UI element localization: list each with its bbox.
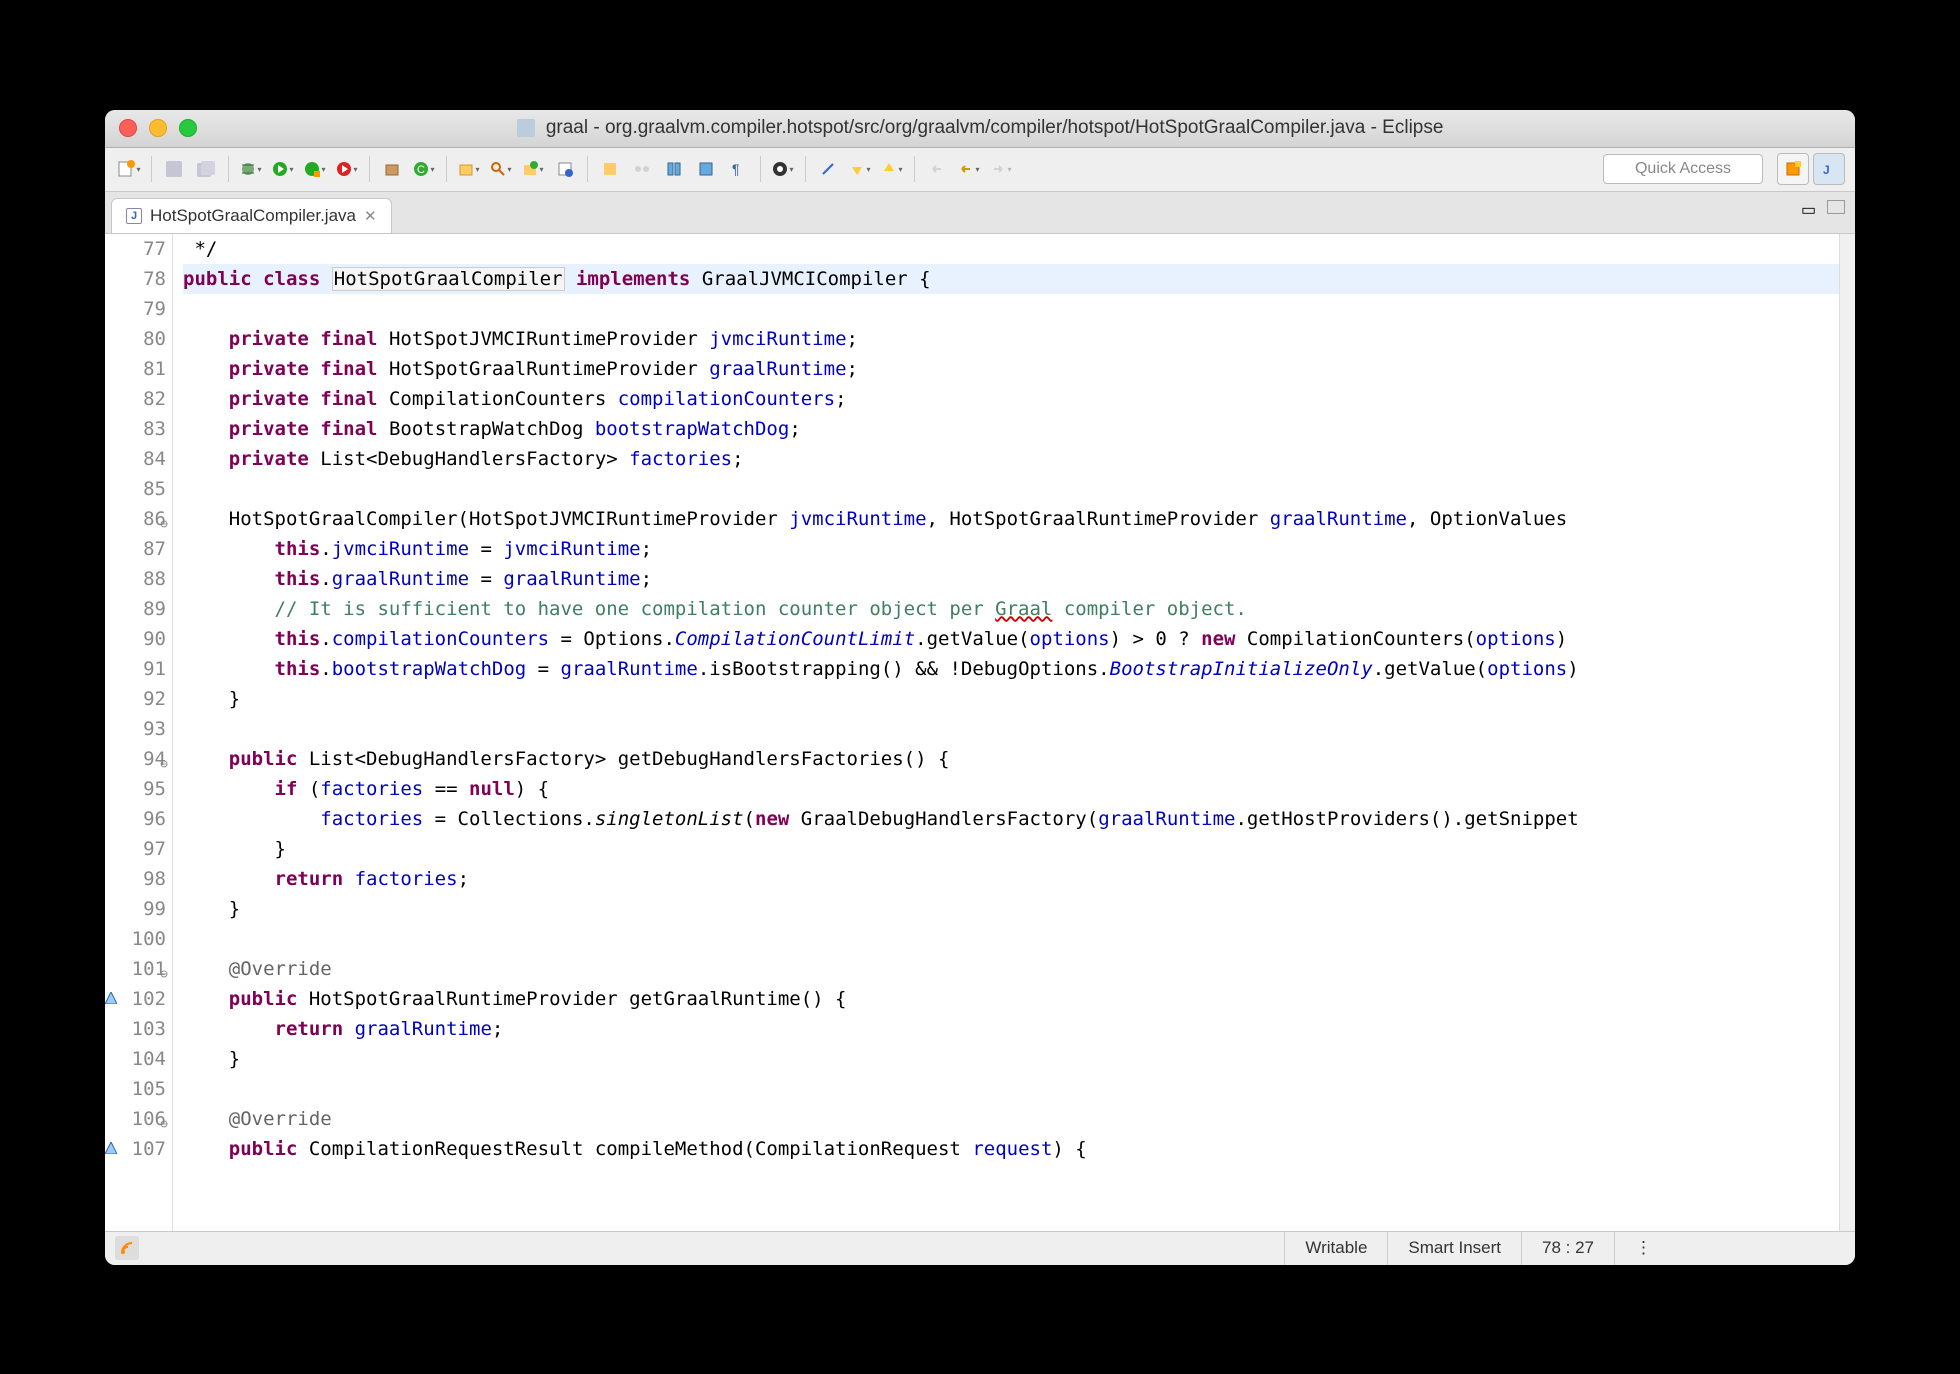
- window-controls: [119, 119, 197, 137]
- toggle-block-button[interactable]: [692, 155, 720, 183]
- editor-tab-active[interactable]: J HotSpotGraalCompiler.java ✕: [111, 198, 392, 233]
- line-number-gutter[interactable]: 7778798081828384858687888990919293949596…: [105, 234, 173, 1231]
- status-bar: Writable Smart Insert 78 : 27 ⋮: [105, 1231, 1855, 1265]
- external-tools-button[interactable]: [333, 155, 361, 183]
- window-title: graal - org.graalvm.compiler.hotspot/src…: [105, 117, 1855, 139]
- new-package-button[interactable]: [378, 155, 406, 183]
- perspective-switcher: J: [1777, 153, 1845, 185]
- tab-title: HotSpotGraalCompiler.java: [150, 206, 356, 226]
- close-window-button[interactable]: [119, 119, 137, 137]
- maximize-editor-button[interactable]: [1827, 200, 1845, 214]
- new-class-button[interactable]: C: [410, 155, 438, 183]
- profile-button[interactable]: [769, 155, 797, 183]
- back-button[interactable]: [955, 155, 983, 183]
- status-cursor-position: 78 : 27: [1521, 1232, 1614, 1265]
- new-button[interactable]: [115, 155, 143, 183]
- minimize-editor-button[interactable]: ▭: [1801, 200, 1819, 214]
- prev-annotation-button[interactable]: [878, 155, 906, 183]
- status-insert-mode: Smart Insert: [1387, 1232, 1521, 1265]
- pin-button[interactable]: [814, 155, 842, 183]
- svg-text:C: C: [418, 164, 426, 176]
- toggle-whitespace-button[interactable]: [660, 155, 688, 183]
- java-perspective-button[interactable]: J: [1813, 153, 1845, 185]
- save-all-button[interactable]: [192, 155, 220, 183]
- open-perspective-button[interactable]: [1777, 153, 1809, 185]
- code-area[interactable]: */public class HotSpotGraalCompiler impl…: [173, 234, 1839, 1231]
- java-file-icon: [517, 119, 535, 137]
- toggle-breadcrumb-button[interactable]: [628, 155, 656, 183]
- main-toolbar: C ¶ Quick Access J: [105, 148, 1855, 192]
- next-annotation-button[interactable]: [846, 155, 874, 183]
- eclipse-window: graal - org.graalvm.compiler.hotspot/src…: [105, 110, 1855, 1265]
- code-editor[interactable]: 7778798081828384858687888990919293949596…: [105, 234, 1855, 1231]
- svg-text:¶: ¶: [732, 161, 740, 177]
- svg-text:J: J: [1823, 163, 1830, 177]
- toggle-mark-button[interactable]: [596, 155, 624, 183]
- tab-close-button[interactable]: ✕: [364, 207, 377, 225]
- maximize-window-button[interactable]: [179, 119, 197, 137]
- search-button[interactable]: [487, 155, 515, 183]
- task-button[interactable]: [551, 155, 579, 183]
- annotate-button[interactable]: [519, 155, 547, 183]
- last-edit-button[interactable]: [923, 155, 951, 183]
- minimize-window-button[interactable]: [149, 119, 167, 137]
- open-type-button[interactable]: [455, 155, 483, 183]
- save-button[interactable]: [160, 155, 188, 183]
- forward-button[interactable]: [987, 155, 1015, 183]
- quick-access-field[interactable]: Quick Access: [1603, 154, 1763, 184]
- status-writable: Writable: [1284, 1232, 1387, 1265]
- show-whitespace-button[interactable]: ¶: [724, 155, 752, 183]
- debug-button[interactable]: [237, 155, 265, 183]
- overview-ruler[interactable]: [1839, 234, 1855, 1231]
- titlebar[interactable]: graal - org.graalvm.compiler.hotspot/src…: [105, 110, 1855, 148]
- editor-tabs: J HotSpotGraalCompiler.java ✕ ▭: [105, 192, 1855, 234]
- status-menu[interactable]: ⋮: [1614, 1232, 1655, 1265]
- run-button[interactable]: [269, 155, 297, 183]
- coverage-button[interactable]: [301, 155, 329, 183]
- java-file-icon: J: [126, 208, 142, 224]
- feed-icon[interactable]: [115, 1236, 139, 1260]
